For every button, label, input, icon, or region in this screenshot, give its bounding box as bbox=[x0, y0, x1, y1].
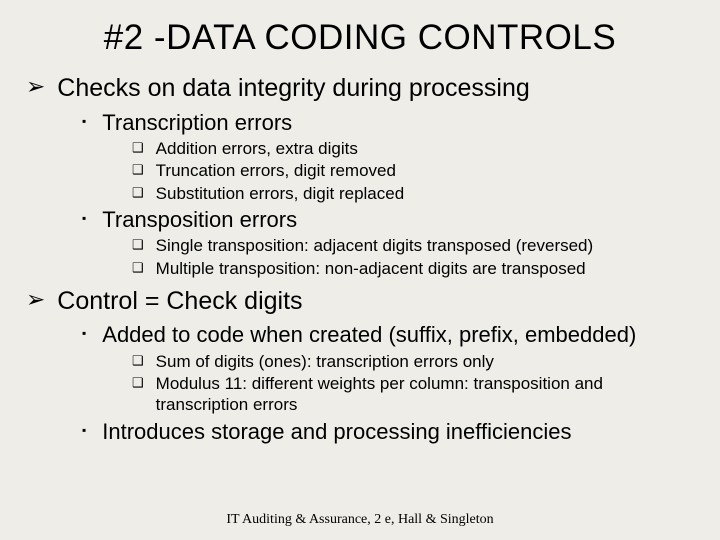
outline-item-level-2: ▪ Added to code when created (suffix, pre… bbox=[82, 321, 712, 349]
outline-text: Transcription errors bbox=[102, 109, 292, 137]
slide-footer: IT Auditing & Assurance, 2 e, Hall & Sin… bbox=[0, 512, 720, 528]
bullet-icon: ❑ bbox=[132, 351, 144, 371]
slide-title: #2 -DATA CODING CONTROLS bbox=[8, 18, 712, 58]
outline-text: Control = Check digits bbox=[57, 285, 302, 318]
bullet-icon: ▪ bbox=[82, 321, 86, 345]
bullet-icon: ❑ bbox=[132, 373, 144, 393]
bullet-icon: ➢ bbox=[26, 285, 45, 315]
outline-text: Single transposition: adjacent digits tr… bbox=[156, 235, 594, 256]
outline-item-level-1: ➢ Checks on data integrity during process… bbox=[26, 72, 712, 105]
bullet-icon: ❑ bbox=[132, 235, 144, 255]
bullet-icon: ❑ bbox=[132, 138, 144, 158]
bullet-icon: ➢ bbox=[26, 72, 45, 102]
outline-body: ➢ Checks on data integrity during process… bbox=[8, 72, 712, 445]
bullet-icon: ▪ bbox=[82, 109, 86, 133]
outline-text: Addition errors, extra digits bbox=[156, 138, 358, 159]
outline-item-level-2: ▪ Transcription errors bbox=[82, 109, 712, 137]
outline-item-level-3: ❑ Substitution errors, digit replaced bbox=[132, 183, 712, 204]
bullet-icon: ❑ bbox=[132, 183, 144, 203]
outline-text: Added to code when created (suffix, pref… bbox=[102, 321, 636, 349]
bullet-icon: ▪ bbox=[82, 206, 86, 230]
outline-item-level-2: ▪ Introduces storage and processing ineff… bbox=[82, 418, 712, 446]
bullet-icon: ❑ bbox=[132, 258, 144, 278]
outline-item-level-1: ➢ Control = Check digits bbox=[26, 285, 712, 318]
outline-item-level-2: ▪ Transposition errors bbox=[82, 206, 712, 234]
outline-item-level-3: ❑ Addition errors, extra digits bbox=[132, 138, 712, 159]
outline-item-level-3: ❑ Single transposition: adjacent digits t… bbox=[132, 235, 712, 256]
outline-item-level-3: ❑ Modulus 11: different weights per colum… bbox=[132, 373, 712, 416]
slide: #2 -DATA CODING CONTROLS ➢ Checks on data… bbox=[0, 0, 720, 540]
outline-item-level-3: ❑ Truncation errors, digit removed bbox=[132, 160, 712, 181]
outline-text: Checks on data integrity during processi… bbox=[57, 72, 530, 105]
outline-item-level-3: ❑ Sum of digits (ones): transcription err… bbox=[132, 351, 712, 372]
outline-text: Transposition errors bbox=[102, 206, 297, 234]
outline-text: Introduces storage and processing ineffi… bbox=[102, 418, 571, 446]
outline-text: Substitution errors, digit replaced bbox=[156, 183, 405, 204]
outline-text: Modulus 11: different weights per column… bbox=[156, 373, 696, 416]
outline-text: Multiple transposition: non-adjacent dig… bbox=[156, 258, 586, 279]
bullet-icon: ▪ bbox=[82, 418, 86, 442]
outline-text: Sum of digits (ones): transcription erro… bbox=[156, 351, 494, 372]
bullet-icon: ❑ bbox=[132, 160, 144, 180]
outline-item-level-3: ❑ Multiple transposition: non-adjacent di… bbox=[132, 258, 712, 279]
outline-text: Truncation errors, digit removed bbox=[156, 160, 396, 181]
